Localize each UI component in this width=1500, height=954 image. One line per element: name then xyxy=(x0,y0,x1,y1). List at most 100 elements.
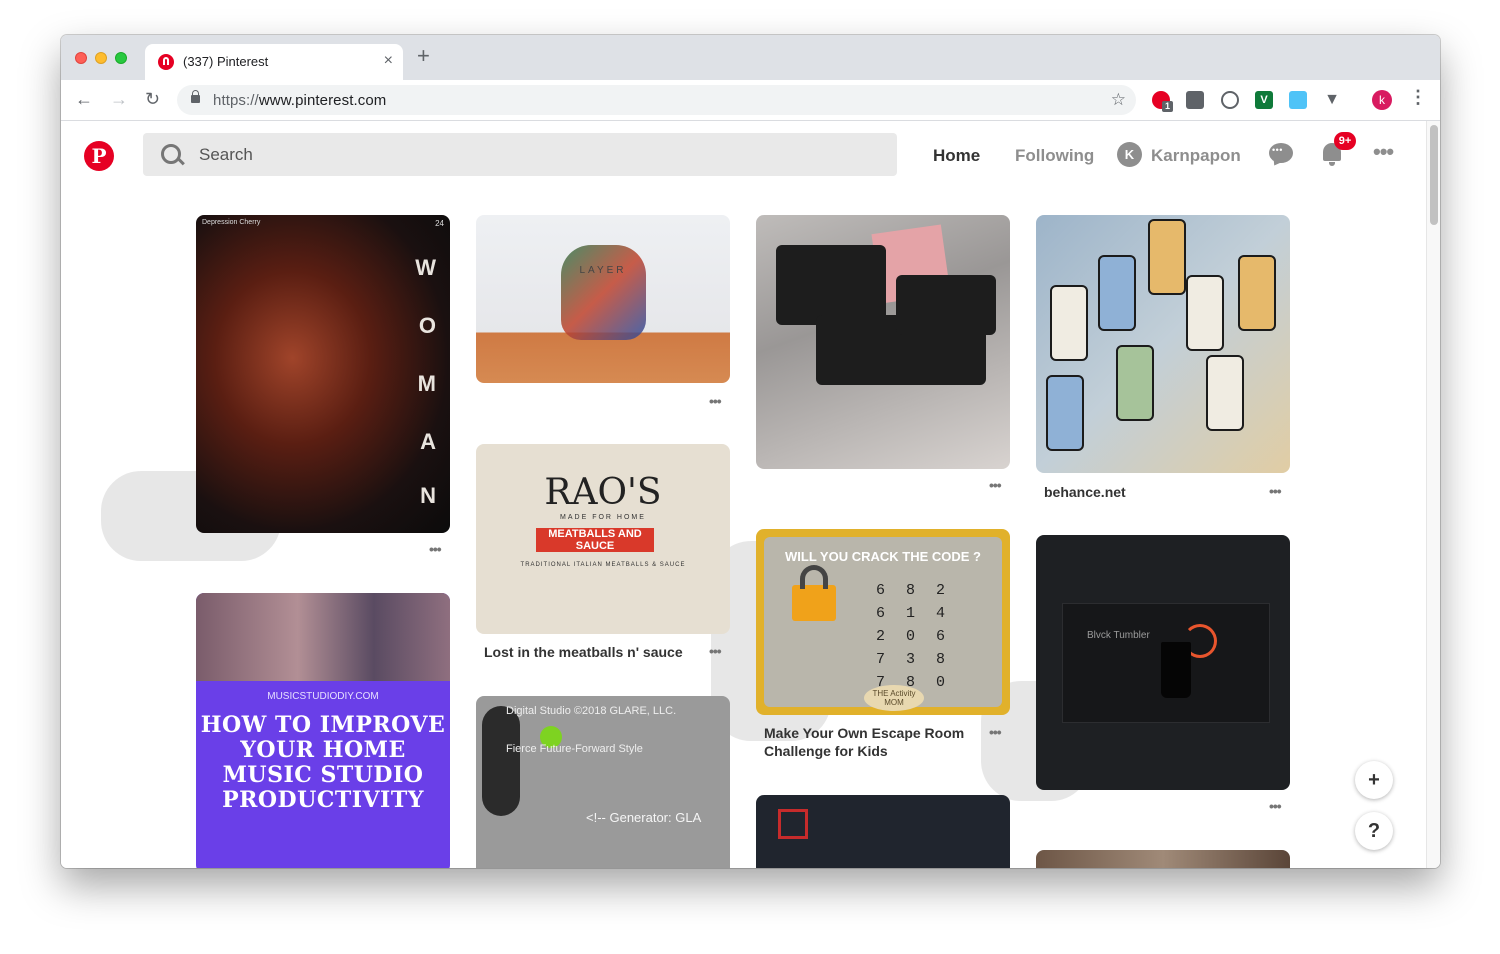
pin-image xyxy=(561,245,646,340)
pinterest-favicon-icon xyxy=(158,54,174,70)
pin-card[interactable]: WILL YOU CRACK THE CODE ? 6 8 2 6 1 4 2 … xyxy=(756,529,1010,715)
poster-letter: N xyxy=(420,483,436,508)
pin-card[interactable]: MUSICSTUDIODIY.COM HOW TO IMPROVE YOUR H… xyxy=(196,593,450,868)
url-text[interactable]: https://www.pinterest.com xyxy=(213,92,386,109)
poster-letter: O xyxy=(418,313,436,338)
zoom-window-button[interactable] xyxy=(115,52,127,64)
help-button[interactable]: ? xyxy=(1355,812,1393,850)
pin-text: MEATBALLS AND SAUCE xyxy=(536,528,654,552)
padlock-icon xyxy=(792,565,836,621)
pin-text: Depression Cherry xyxy=(202,219,261,226)
pin-image xyxy=(776,245,886,325)
back-button[interactable]: ← xyxy=(75,89,93,109)
browser-menu-icon[interactable]: ⋮ xyxy=(1409,88,1427,106)
new-tab-button[interactable]: + xyxy=(417,45,430,67)
reload-button[interactable]: ↻ xyxy=(145,89,160,109)
pin-card[interactable]: Digital Studio ©2018 GLARE, LLC. Fierce … xyxy=(476,696,730,868)
pin-image: WILL YOU CRACK THE CODE ? 6 8 2 6 1 4 2 … xyxy=(764,537,1002,711)
minimize-window-button[interactable] xyxy=(95,52,107,64)
pin-image xyxy=(482,706,520,816)
pin-card[interactable]: Blvck Tumbler xyxy=(1036,535,1290,790)
pin-menu-icon[interactable]: ••• xyxy=(429,541,442,557)
code-row: 6 1 4 xyxy=(876,605,952,622)
pin-title[interactable]: Make Your Own Escape Room Challenge for … xyxy=(764,724,984,760)
address-bar[interactable]: https://www.pinterest.com ☆ xyxy=(177,85,1136,115)
extension-badge: 1 xyxy=(1162,101,1173,112)
nav-home[interactable]: Home xyxy=(933,146,980,166)
close-window-button[interactable] xyxy=(75,52,87,64)
tab-pinterest[interactable]: (337) Pinterest × xyxy=(145,44,403,80)
pin-card[interactable]: RAO'S MADE FOR HOME MEATBALLS AND SAUCE … xyxy=(476,444,730,634)
grid-extension-icon[interactable] xyxy=(1186,91,1204,109)
user-avatar[interactable]: K xyxy=(1117,142,1142,167)
pin-menu-icon[interactable]: ••• xyxy=(989,724,1002,740)
pin-menu-icon[interactable]: ••• xyxy=(1269,483,1282,499)
nav-following[interactable]: Following xyxy=(1015,146,1094,166)
code-row: 2 0 6 xyxy=(876,628,952,645)
url-scheme: https:// xyxy=(213,92,259,109)
search-input[interactable]: Search xyxy=(143,133,897,176)
tab-strip: (337) Pinterest × + xyxy=(61,35,1440,80)
lock-icon[interactable] xyxy=(191,90,200,103)
code-row: 7 3 8 xyxy=(876,651,952,668)
poster-letter: W xyxy=(415,255,436,280)
pin-text: RAO'S xyxy=(544,472,662,513)
messages-icon[interactable] xyxy=(1269,143,1293,163)
pinterest-page: P Search Home Following K Karnpapon 9+ •… xyxy=(61,121,1426,868)
adblock-extension-icon[interactable]: 1 xyxy=(1152,91,1173,112)
pin-text: Digital Studio ©2018 GLARE, LLC. xyxy=(506,705,677,717)
pin-card[interactable]: Depression Cherry 24 W O M A N xyxy=(196,215,450,533)
nav-user-profile[interactable]: Karnpapon xyxy=(1151,146,1241,166)
pin-text: TRADITIONAL ITALIAN MEATBALLS & SAUCE xyxy=(520,562,686,568)
pin-card[interactable]: LAYER xyxy=(476,215,730,383)
pin-text: MADE FOR HOME xyxy=(560,514,646,521)
url-host: www.pinterest.com xyxy=(258,92,387,109)
tab-close-icon[interactable]: × xyxy=(384,52,393,70)
bookmark-star-icon[interactable]: ☆ xyxy=(1111,90,1126,110)
code-row: 6 8 2 xyxy=(876,582,952,599)
tab-title: (337) Pinterest xyxy=(183,54,269,69)
search-icon xyxy=(161,144,181,164)
pin-text: <!-- Generator: GLA xyxy=(586,810,702,825)
pin-image xyxy=(1050,285,1088,361)
pin-text: WILL YOU CRACK THE CODE ? xyxy=(785,549,981,564)
pin-headline: HOW TO IMPROVE YOUR HOME MUSIC STUDIO PR… xyxy=(200,712,446,813)
forward-button[interactable]: → xyxy=(110,89,128,109)
pin-image xyxy=(1161,642,1191,698)
v-extension-icon[interactable]: V xyxy=(1255,91,1273,109)
pin-menu-icon[interactable]: ••• xyxy=(1269,798,1282,814)
square-extension-icon[interactable] xyxy=(1289,91,1307,109)
pin-card[interactable] xyxy=(1036,215,1290,473)
pin-title[interactable]: Lost in the meatballs n' sauce xyxy=(484,643,704,661)
pinterest-logo[interactable]: P xyxy=(84,141,114,171)
pin-image xyxy=(1206,355,1244,431)
circle-extension-icon[interactable] xyxy=(1221,91,1239,109)
pin-image xyxy=(196,593,450,681)
pin-text: Fierce Future-Forward Style xyxy=(506,743,643,755)
logo-letter: P xyxy=(91,144,107,168)
scrollbar-thumb[interactable] xyxy=(1430,125,1438,225)
page-scrollbar[interactable] xyxy=(1426,121,1440,868)
pin-card[interactable] xyxy=(1036,850,1290,868)
pin-image xyxy=(1116,345,1154,421)
more-options-icon[interactable]: ••• xyxy=(1373,139,1394,165)
pin-title[interactable]: behance.net xyxy=(1044,483,1224,501)
pin-text: 24 xyxy=(435,219,444,228)
pin-menu-icon[interactable]: ••• xyxy=(709,393,722,409)
pin-menu-icon[interactable]: ••• xyxy=(709,643,722,659)
poster-letter: A xyxy=(420,429,436,454)
pin-text: THE Activity MOM xyxy=(864,685,924,711)
pin-image xyxy=(1238,255,1276,331)
pin-card[interactable] xyxy=(756,215,1010,469)
add-pin-button[interactable]: + xyxy=(1355,761,1393,799)
pin-image xyxy=(1148,219,1186,295)
profile-avatar[interactable]: k xyxy=(1372,90,1392,110)
pin-text: MUSICSTUDIODIY.COM xyxy=(267,691,379,702)
search-placeholder: Search xyxy=(199,145,253,164)
browser-toolbar: ← → ↻ https://www.pinterest.com ☆ 1 V ▼ … xyxy=(61,80,1440,121)
pin-image xyxy=(1098,255,1136,331)
pin-card[interactable] xyxy=(756,795,1010,868)
pin-text: Blvck Tumbler xyxy=(1087,630,1150,641)
pin-menu-icon[interactable]: ••• xyxy=(989,477,1002,493)
vue-extension-icon[interactable]: ▼ xyxy=(1323,91,1341,109)
